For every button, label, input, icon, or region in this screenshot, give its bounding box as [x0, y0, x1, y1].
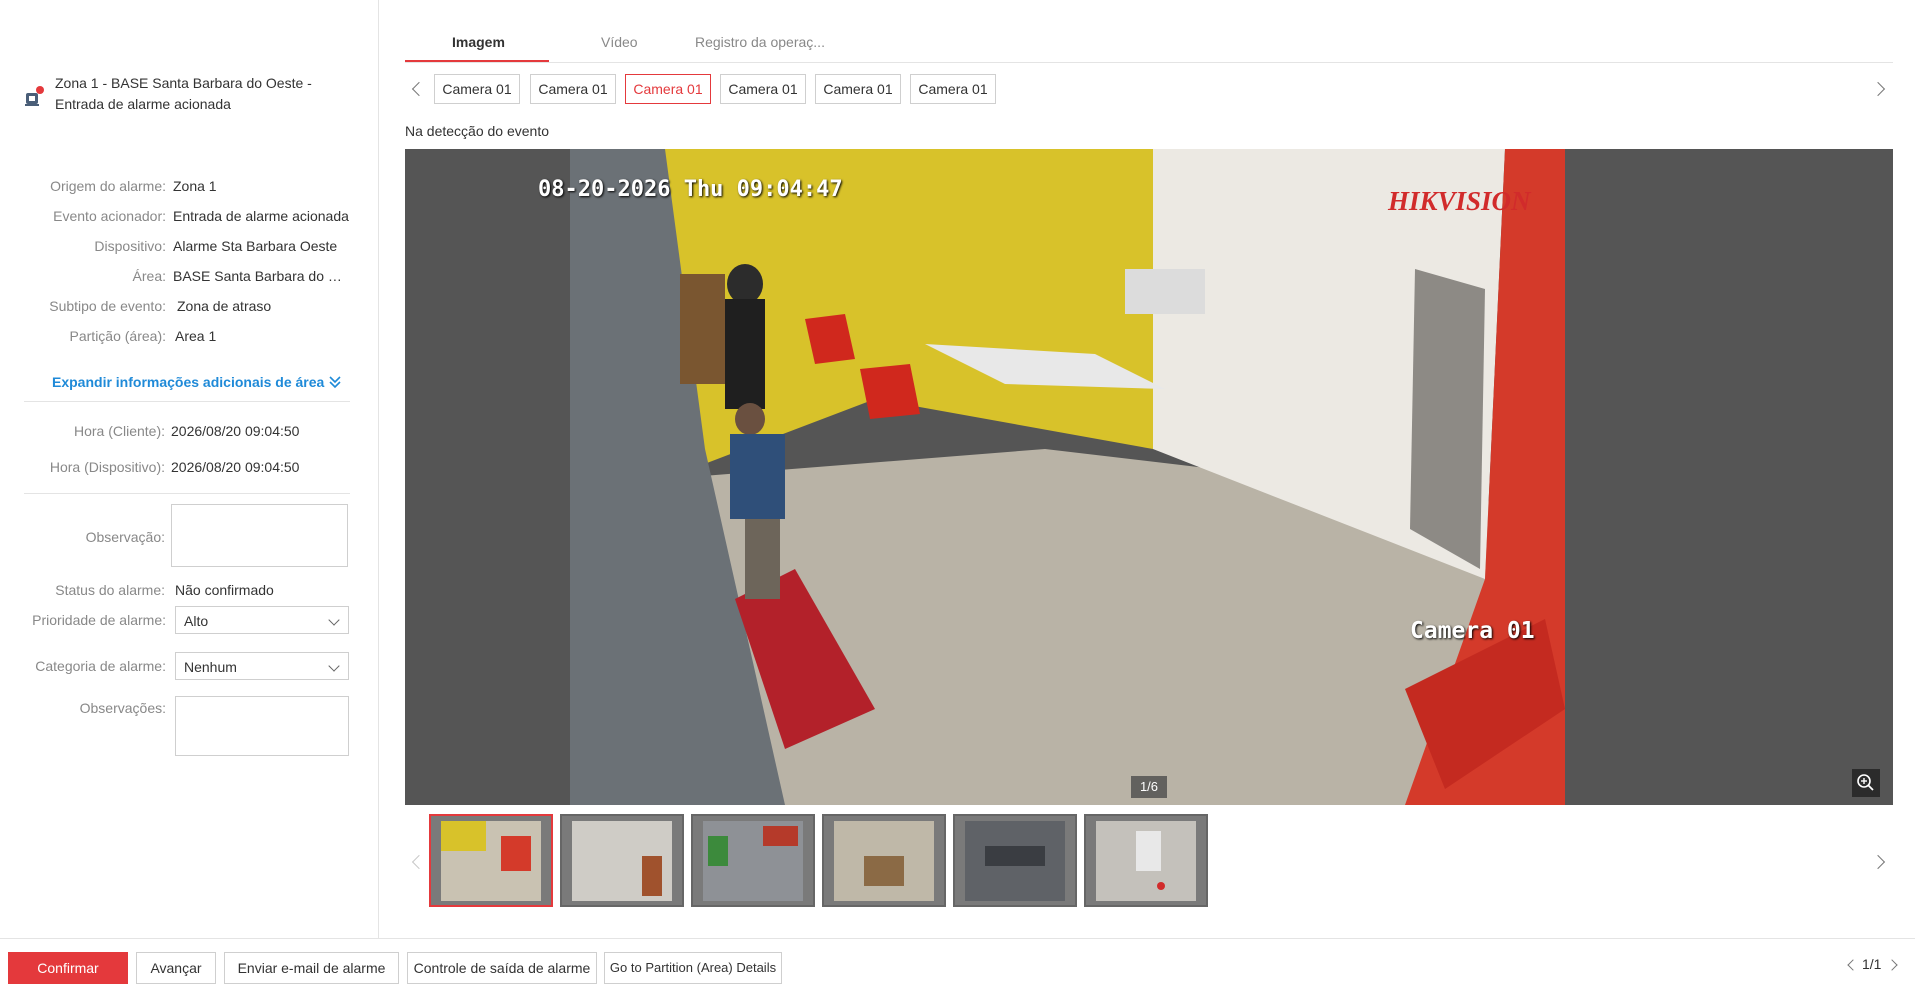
camera-snapshot	[405, 149, 1893, 805]
expand-area-info-label: Expandir informações adicionais de área	[52, 374, 325, 390]
observacao-label: Observação:	[85, 529, 165, 545]
device-time-label: Hora (Dispositivo):	[49, 459, 165, 475]
detail-row-partition: Partição (área): Area 1	[0, 325, 378, 347]
alarm-siren-icon	[24, 85, 44, 107]
area-value: BASE Santa Barbara do Oeste	[173, 268, 348, 284]
camera-button-5[interactable]: Camera 01	[815, 74, 901, 104]
category-select[interactable]: Nenhum	[175, 652, 349, 680]
osd-camera-name: Camera 01	[1410, 618, 1535, 644]
thumbnail-2[interactable]	[560, 814, 684, 907]
advance-button[interactable]: Avançar	[136, 952, 216, 984]
partition-value: Area 1	[175, 328, 217, 344]
observacoes-label: Observações:	[79, 700, 166, 716]
tabs-divider	[405, 62, 1893, 63]
camera-button-1[interactable]: Camera 01	[434, 74, 520, 104]
device-label: Dispositivo:	[94, 238, 166, 254]
device-time-value: 2026/08/20 09:04:50	[171, 459, 300, 475]
client-time-value: 2026/08/20 09:04:50	[171, 423, 300, 439]
send-alarm-email-button[interactable]: Enviar e-mail de alarme	[224, 952, 399, 984]
category-select-value: Nenhum	[184, 659, 237, 675]
osd-brand-logo: HIKVISION	[1388, 186, 1531, 216]
alarm-output-control-button[interactable]: Controle de saída de alarme	[407, 952, 597, 984]
thumbnail-next-arrow-icon[interactable]	[1870, 854, 1886, 870]
page-prev-icon[interactable]	[1847, 959, 1859, 971]
priority-select-value: Alto	[184, 613, 209, 629]
thumbnail-3[interactable]	[691, 814, 815, 907]
divider	[24, 401, 350, 402]
alarm-title: Zona 1 - BASE Santa Barbara do Oeste - E…	[55, 75, 312, 112]
tab-registro-operacao[interactable]: Registro da operaç...	[695, 34, 825, 50]
action-footer: Confirmar Avançar Enviar e-mail de alarm…	[0, 938, 1915, 990]
status-value: Não confirmado	[175, 582, 274, 598]
detail-row-area: Área: BASE Santa Barbara do Oeste	[0, 265, 378, 287]
double-chevron-down-icon	[328, 375, 342, 392]
active-tab-indicator	[405, 60, 549, 62]
tab-imagem[interactable]: Imagem	[452, 34, 505, 50]
event-label: Evento acionador:	[53, 208, 166, 224]
page-next-icon[interactable]	[1886, 959, 1898, 971]
area-label: Área:	[132, 268, 166, 284]
client-time-label: Hora (Cliente):	[73, 423, 165, 439]
detail-row-event: Evento acionador: Entrada de alarme acio…	[0, 205, 378, 227]
camera-button-3[interactable]: Camera 01	[625, 74, 711, 104]
observacoes-textarea[interactable]	[175, 696, 349, 756]
camera-next-arrow-icon[interactable]	[1870, 81, 1886, 97]
camera-button-6[interactable]: Camera 01	[910, 74, 996, 104]
observacao-textarea[interactable]	[171, 504, 348, 567]
tab-video[interactable]: Vídeo	[601, 34, 638, 50]
pager-text: 1/1	[1862, 956, 1882, 972]
thumbnail-5[interactable]	[953, 814, 1077, 907]
status-label: Status do alarme:	[55, 582, 165, 598]
alarm-header: Zona 1 - BASE Santa Barbara do Oeste - E…	[24, 73, 364, 115]
event-image-viewer[interactable]: 08-20-2026 Thu 09:04:47 HIKVISION Camera…	[405, 149, 1893, 805]
zoom-in-icon[interactable]	[1852, 769, 1880, 797]
origin-value: Zona 1	[173, 178, 217, 194]
priority-label: Prioridade de alarme:	[32, 612, 166, 628]
status-row: Status do alarme: Não confirmado	[0, 579, 378, 601]
detail-row-device: Dispositivo: Alarme Sta Barbara Oeste	[0, 235, 378, 257]
origin-label: Origem do alarme:	[50, 178, 166, 194]
subtype-value: Zona de atraso	[177, 298, 272, 314]
event-value: Entrada de alarme acionada	[173, 208, 349, 224]
time-row-device: Hora (Dispositivo): 2026/08/20 09:04:50	[0, 456, 378, 478]
detail-row-origin: Origem do alarme: Zona 1	[0, 175, 378, 197]
thumbnail-4[interactable]	[822, 814, 946, 907]
chevron-down-icon	[328, 614, 340, 626]
time-row-client: Hora (Cliente): 2026/08/20 09:04:50	[0, 420, 378, 442]
divider	[24, 493, 350, 494]
device-value: Alarme Sta Barbara Oeste	[173, 238, 338, 254]
thumbnail-6[interactable]	[1084, 814, 1208, 907]
partition-details-button[interactable]: Go to Partition (Area) Details	[604, 952, 782, 984]
camera-prev-arrow-icon[interactable]	[411, 81, 427, 97]
expand-area-info-link[interactable]: Expandir informações adicionais de área	[52, 374, 342, 392]
osd-timestamp: 08-20-2026 Thu 09:04:47	[538, 177, 843, 202]
event-caption: Na detecção do evento	[405, 123, 549, 139]
alarm-details-panel: Zona 1 - BASE Santa Barbara do Oeste - E…	[0, 0, 379, 938]
camera-button-4[interactable]: Camera 01	[720, 74, 806, 104]
confirm-button[interactable]: Confirmar	[8, 952, 128, 984]
subtype-label: Subtipo de evento:	[49, 298, 166, 314]
partition-label: Partição (área):	[69, 328, 166, 344]
camera-button-2[interactable]: Camera 01	[530, 74, 616, 104]
detail-row-subtype: Subtipo de evento: Zona de atraso	[0, 295, 378, 317]
category-label: Categoria de alarme:	[35, 658, 166, 674]
chevron-down-icon	[328, 660, 340, 672]
priority-select[interactable]: Alto	[175, 606, 349, 634]
thumbnail-prev-arrow-icon[interactable]	[411, 854, 427, 870]
image-counter: 1/6	[1131, 776, 1167, 798]
thumbnail-1[interactable]	[429, 814, 553, 907]
